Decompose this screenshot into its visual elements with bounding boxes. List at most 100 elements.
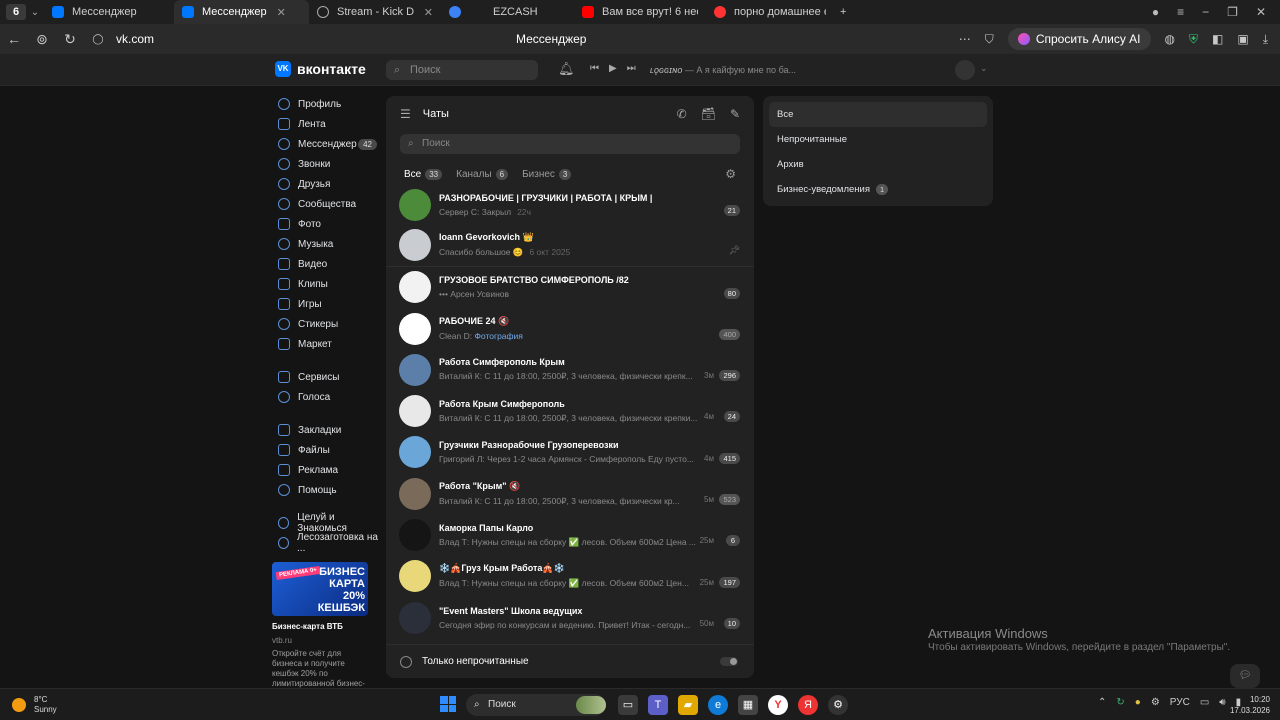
chat-row[interactable]: Работа Крым Симферополь Виталий К: С 11 д… bbox=[386, 390, 754, 431]
profile-icon[interactable]: ● bbox=[1152, 5, 1159, 19]
prev-track-icon[interactable]: ⏮ bbox=[590, 63, 599, 74]
nav-item-votes[interactable]: Голоса bbox=[272, 387, 380, 407]
collections-icon[interactable]: ▣ bbox=[1237, 32, 1248, 46]
reload-icon[interactable]: ↻ bbox=[56, 31, 84, 48]
new-tab-button[interactable]: + bbox=[834, 0, 858, 24]
close-tab-icon[interactable]: ✕ bbox=[424, 6, 433, 19]
settings-icon[interactable]: ⚙ bbox=[1151, 697, 1160, 708]
volume-icon[interactable]: 🔊︎ bbox=[1219, 697, 1225, 708]
gear-icon[interactable]: ⚙ bbox=[725, 167, 736, 181]
chevron-down-icon[interactable]: ⌄ bbox=[26, 7, 44, 18]
vk-search-input[interactable]: ⌕ Поиск bbox=[386, 60, 538, 80]
chat-row[interactable]: Каморка Папы Карло Влад Т: Нужны спецы на… bbox=[386, 514, 754, 555]
chat-message-link[interactable]: Фотография bbox=[474, 331, 522, 341]
chat-row[interactable]: Грузчики Разнорабочие Грузоперевозки Григ… bbox=[386, 432, 754, 473]
nav-item-video[interactable]: Видео bbox=[272, 254, 380, 274]
promo-banner[interactable]: РЕКЛАМА 0+ БИЗНЕС КАРТА 20% КЕШБЭК bbox=[272, 562, 368, 616]
nav-item-help[interactable]: Помощь bbox=[272, 480, 380, 500]
download-icon[interactable]: ⤓ bbox=[1263, 32, 1268, 47]
browser-tab-3[interactable]: Stream - Kick Dashboard ✕ bbox=[309, 0, 441, 24]
folder-all[interactable]: Все bbox=[769, 102, 987, 127]
nav-item-app-1[interactable]: Целуй и Знакомься bbox=[272, 512, 380, 534]
nav-item-games[interactable]: Игры bbox=[272, 294, 380, 314]
close-tab-icon[interactable]: ✕ bbox=[277, 6, 286, 19]
taskbar-search[interactable]: ⌕ Поиск bbox=[466, 694, 606, 716]
yandex-icon[interactable]: Я bbox=[798, 695, 818, 715]
browser-tab-6[interactable]: порно домашнее ебет ба bbox=[706, 0, 834, 24]
nav-item-profile[interactable]: Профиль bbox=[272, 94, 380, 114]
nav-item-calls[interactable]: Звонки bbox=[272, 154, 380, 174]
bell-icon[interactable]: 🔔︎ bbox=[558, 61, 575, 77]
sync-icon[interactable]: ↻ bbox=[1116, 697, 1124, 708]
chat-row[interactable]: ❄️🎪Груз Крым Работа🎪❄️ Влад Т: Нужны спец… bbox=[386, 556, 754, 597]
teams-icon[interactable]: T bbox=[648, 695, 668, 715]
folder-unread[interactable]: Непрочитанные bbox=[769, 127, 987, 152]
yandex-browser-icon[interactable]: Y bbox=[768, 695, 788, 715]
nav-item-messenger[interactable]: Мессенджер 42 bbox=[272, 134, 380, 154]
clock[interactable]: 10:20 17.03.2026 bbox=[1228, 694, 1270, 716]
track-info[interactable]: ʟǫɢɢɪɴᴏ — А я кайфую мне по ба... bbox=[650, 65, 796, 75]
filter-tab-business[interactable]: Бизнес 3 bbox=[522, 168, 572, 180]
nav-item-photos[interactable]: Фото bbox=[272, 214, 380, 234]
nav-item-communities[interactable]: Сообщества bbox=[272, 194, 380, 214]
chevron-down-icon[interactable]: ⌄ bbox=[980, 63, 988, 74]
more-icon[interactable]: ⋯ bbox=[959, 32, 971, 46]
nav-item-services[interactable]: Сервисы bbox=[272, 367, 380, 387]
app-tray-icon[interactable]: ● bbox=[1135, 697, 1141, 708]
browser-tab-4[interactable]: EZCASH bbox=[441, 0, 574, 24]
chevron-up-icon[interactable]: ⌃ bbox=[1098, 697, 1106, 708]
call-icon[interactable]: ✆ bbox=[677, 107, 687, 121]
nav-item-clips[interactable]: Клипы bbox=[272, 274, 380, 294]
nav-item-feed[interactable]: Лента bbox=[272, 114, 380, 134]
globe-icon[interactable]: ◍ bbox=[1165, 32, 1175, 46]
restore-icon[interactable]: ❐ bbox=[1227, 5, 1238, 19]
nav-item-friends[interactable]: Друзья bbox=[272, 174, 380, 194]
filter-tab-all[interactable]: Все 33 bbox=[404, 168, 443, 180]
url-field[interactable]: vk.com bbox=[116, 32, 154, 46]
chat-row[interactable]: "Event Masters" Школа ведущих Сегодня эфи… bbox=[386, 597, 754, 638]
browser-tab-5[interactable]: Вам все врут! 6 неочевид bbox=[574, 0, 706, 24]
minimize-icon[interactable]: − bbox=[1202, 5, 1209, 19]
ask-alice-button[interactable]: Спросить Алису AI bbox=[1007, 28, 1151, 50]
chat-bubble-icon[interactable]: 💬︎ bbox=[1230, 664, 1260, 688]
app-settings-icon[interactable]: ⚙ bbox=[828, 695, 848, 715]
browser-tab-1[interactable]: Мессенджер bbox=[44, 0, 174, 24]
play-icon[interactable]: ▶ bbox=[609, 63, 617, 74]
chat-row[interactable]: РАБОЧИЕ 24 🔇 Clean D: Фотография 400 bbox=[386, 308, 754, 349]
shield-icon[interactable]: ⊚ bbox=[28, 31, 56, 48]
chat-row[interactable]: Работа Симферополь Крым Виталий К: С 11 д… bbox=[386, 349, 754, 390]
chat-row[interactable]: РАЗНОРАБОЧИЕ | ГРУЗЧИКИ | РАБОТА | КРЫМ … bbox=[386, 184, 754, 225]
folder-archive[interactable]: Архив bbox=[769, 152, 987, 177]
promo-url[interactable]: vtb.ru bbox=[272, 636, 292, 645]
shield-check-icon[interactable]: ⛨ bbox=[1189, 32, 1198, 47]
filter-tab-channels[interactable]: Каналы 6 bbox=[456, 168, 509, 180]
next-track-icon[interactable]: ⏭ bbox=[627, 63, 636, 74]
nav-item-ads[interactable]: Реклама bbox=[272, 460, 380, 480]
browser-tab-2[interactable]: Мессенджер ✕ bbox=[174, 0, 309, 24]
folder-business-notifications[interactable]: Бизнес-уведомления 1 bbox=[769, 177, 987, 202]
chat-row[interactable]: ГРУЗОВОЕ БРАТСТВО СИМФЕРОПОЛЬ /82 ••• Арс… bbox=[386, 267, 754, 308]
close-window-icon[interactable]: ✕ bbox=[1256, 5, 1266, 19]
nav-item-bookmarks[interactable]: Закладки bbox=[272, 420, 380, 440]
edge-icon[interactable]: e bbox=[708, 695, 728, 715]
only-unread-toggle-row[interactable]: Только непрочитанные bbox=[386, 644, 754, 678]
network-icon[interactable]: ▭ bbox=[1200, 697, 1209, 708]
only-unread-toggle[interactable] bbox=[720, 657, 738, 666]
language-indicator[interactable]: РУС bbox=[1170, 697, 1190, 708]
vk-logo[interactable]: VK вконтакте bbox=[275, 61, 366, 77]
nav-item-market[interactable]: Маркет bbox=[272, 334, 380, 354]
nav-item-files[interactable]: Файлы bbox=[272, 440, 380, 460]
back-icon[interactable]: ← bbox=[0, 31, 28, 47]
compose-icon[interactable]: ✎ bbox=[730, 107, 740, 121]
nav-item-music[interactable]: Музыка bbox=[272, 234, 380, 254]
chat-row[interactable]: Работа "Крым" 🔇 Виталий К: С 11 до 18:00,… bbox=[386, 473, 754, 514]
weather-widget[interactable]: 8°C Sunny bbox=[12, 695, 57, 715]
nav-item-app-2[interactable]: Лесозаготовка на ... bbox=[272, 532, 380, 554]
file-explorer-icon[interactable]: ▰ bbox=[678, 695, 698, 715]
archive-icon[interactable]: 🗃︎ bbox=[701, 107, 716, 121]
screenshot-icon[interactable]: ◧ bbox=[1212, 32, 1223, 46]
promo-title[interactable]: Бизнес-карта ВТБ bbox=[272, 622, 343, 631]
tab-count-badge[interactable]: 6 bbox=[6, 4, 26, 20]
nav-item-stickers[interactable]: Стикеры bbox=[272, 314, 380, 334]
avatar[interactable] bbox=[955, 60, 975, 80]
